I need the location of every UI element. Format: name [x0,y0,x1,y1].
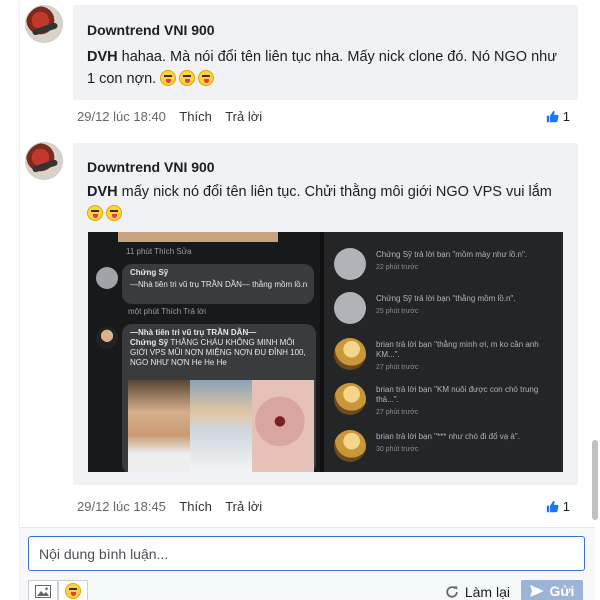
notification-row: Chứng Sỹ trả lời bạn "mồm mày như lồ.n".… [324,242,563,290]
emoji-icon [65,583,81,599]
attached-image[interactable]: 11 phút Thích Sửa Chứng Sỹ —Nhà tiên tri… [88,232,563,472]
avatar [334,338,366,370]
emoji-button[interactable] [58,580,88,600]
photo-button[interactable] [28,580,58,600]
top-photo-strip [118,232,278,242]
comment-author[interactable]: Downtrend VNI 900 [87,22,215,38]
tongue-face-emoji-icon [179,70,196,86]
like-count-value: 1 [562,109,570,124]
meme-photo [128,380,190,472]
timestamp[interactable]: 29/12 lúc 18:40 [77,109,166,124]
comment-meta: 29/12 lúc 18:45 Thích Trả lời [77,499,272,514]
like-count-value: 1 [562,499,570,514]
comment-input-box[interactable] [28,536,585,571]
like-count[interactable]: 1 [546,109,570,124]
reply-header: —Nhà tiên tri vũ trụ TRẦN DẦN— [130,328,257,337]
reply-text: Chứng Sỹ THẰNG CHÁU KHÔNG MINH MÔI GIỚI … [130,338,306,367]
reply-author: Chứng Sỹ [130,268,169,277]
top-meta: 11 phút Thích Sửa [126,247,192,256]
like-count[interactable]: 1 [546,499,570,514]
reset-label: Làm lại [464,584,510,600]
notification-row: brian trả lời bạn "*** như chó đi đổ vạ … [324,424,563,472]
like-link[interactable]: Thích [179,109,212,124]
comment-text: DVH hahaa. Mà nói đổi tên liên tục nha. … [87,46,564,90]
comment-author[interactable]: Downtrend VNI 900 [87,159,215,175]
comment-input[interactable] [29,537,584,570]
comment-body: hahaa. Mà nói đổi tên liên tục nha. Mấy … [87,49,557,87]
user-tag[interactable]: DVH [87,49,118,65]
tongue-face-emoji-icon [160,70,177,86]
meme-photo [190,380,252,472]
user-tag[interactable]: DVH [87,184,118,200]
attached-image-left-panel: 11 phút Thích Sửa Chứng Sỹ —Nhà tiên tri… [88,232,324,472]
reply-text: —Nhà tiên tri vũ trụ TRẦN DẦN— thằng mồm… [130,280,308,289]
avatar [334,248,366,280]
tongue-face-emoji-icon [106,205,122,221]
avatar [334,430,366,462]
timestamp[interactable]: 29/12 lúc 18:45 [77,499,166,514]
avatar[interactable] [25,142,63,180]
notification-row: brian trả lời bạn "thằng mình ơi, m ko c… [324,332,563,380]
scrollbar-thumb[interactable] [592,440,598,520]
avatar[interactable] [25,5,63,43]
avatar [334,383,366,415]
tongue-face-emoji-icon [87,205,103,221]
tongue-face-emoji-icon [198,70,215,86]
thumbs-up-icon [546,110,559,123]
thumbs-up-icon [546,500,559,513]
send-label: Gửi [549,583,575,599]
comment-composer: Làm lại Gửi [20,527,595,600]
notification-row: brian trả lời bạn "KM nuôi được con chó … [324,377,563,425]
attached-image-right-panel: Chứng Sỹ trả lời bạn "mồm mày như lồ.n".… [324,232,563,472]
meme-photo [252,380,314,472]
reply-link[interactable]: Trả lời [225,499,262,514]
reply-link[interactable]: Trả lời [225,109,262,124]
comment-body: mấy nick nó đổi tên liên tục. Chửi thằng… [121,184,552,200]
avatar [96,327,118,349]
comment-text: DVH mấy nick nó đổi tên liên tục. Chửi t… [87,181,564,225]
send-icon [529,585,544,597]
send-button[interactable]: Gửi [521,580,583,600]
notification-row: Chứng Sỹ trả lời bạn "thằng mồm lồ.n". 2… [324,286,563,334]
like-link[interactable]: Thích [179,499,212,514]
comment-meta: 29/12 lúc 18:40 Thích Trả lời [77,109,272,124]
reset-button[interactable]: Làm lại [445,584,510,600]
comment-bubble: Downtrend VNI 900 DVH mấy nick nó đổi tê… [73,143,578,485]
avatar [334,292,366,324]
reply-meta: một phút Thích Trả lời [128,307,207,316]
refresh-icon [446,586,458,598]
comment-bubble: Downtrend VNI 900 DVH hahaa. Mà nói đổi … [73,5,578,100]
comment-feed[interactable]: Downtrend VNI 900 DVH hahaa. Mà nói đổi … [0,0,600,525]
avatar [96,267,118,289]
photo-icon [35,584,51,598]
scrollbar[interactable] [592,0,598,525]
